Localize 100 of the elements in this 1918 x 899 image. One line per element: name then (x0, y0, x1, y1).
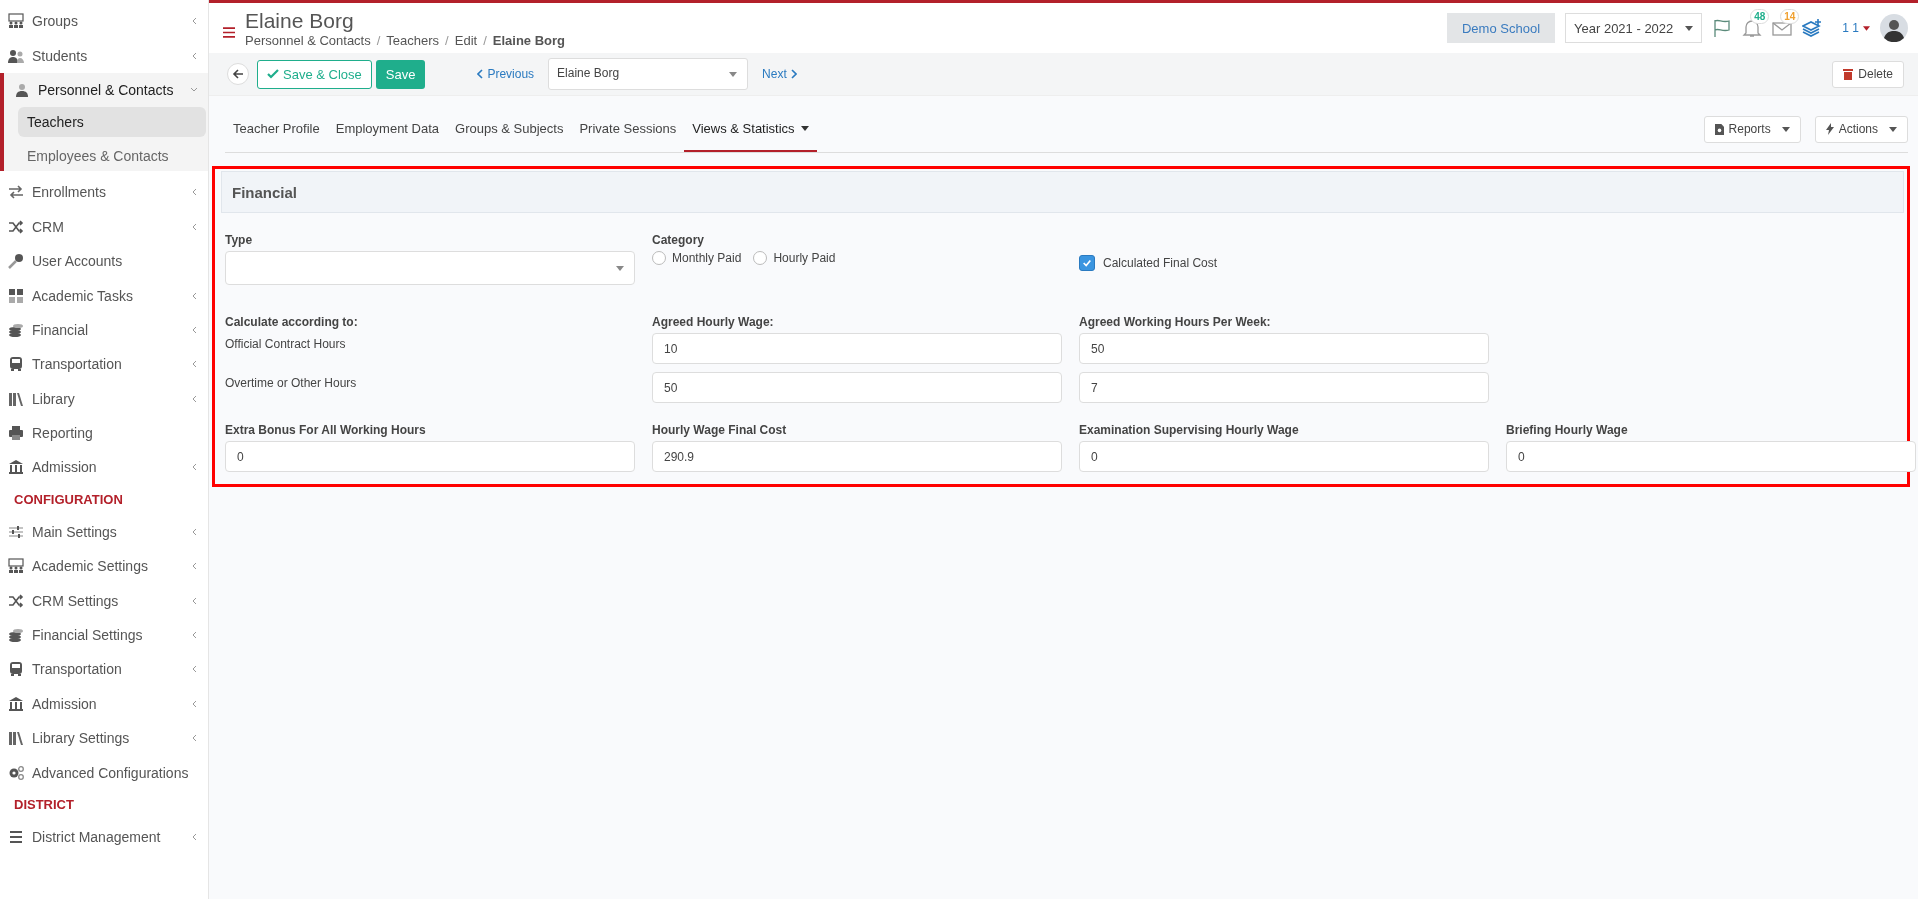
chevron-left-icon (190, 631, 198, 640)
chevron-left-icon (190, 699, 198, 708)
chevron-left-icon (190, 562, 198, 571)
breadcrumb-link[interactable]: Personnel & Contacts (245, 32, 371, 48)
chevron-left-icon (190, 17, 198, 26)
caret-icon (1685, 25, 1694, 31)
sliders-icon (8, 523, 24, 540)
trash-icon (1843, 68, 1854, 80)
row-label: Official Contract Hours (225, 337, 346, 351)
wage-input[interactable]: 50 (652, 372, 1062, 403)
record-select[interactable]: Elaine Borg (548, 58, 749, 90)
layers-plus-icon[interactable] (1802, 18, 1823, 38)
caret-icon (729, 72, 738, 77)
caret-icon[interactable] (1863, 25, 1870, 31)
tab[interactable]: Views & Statistics (684, 106, 817, 152)
chevron-left-icon (190, 596, 198, 605)
hours-input[interactable]: 7 (1079, 372, 1489, 403)
sidebar-item[interactable]: CRM (0, 209, 208, 244)
actions-dropdown[interactable]: Actions (1814, 115, 1908, 143)
sidebar-item[interactable]: District Management (0, 819, 208, 855)
building-icon (8, 459, 24, 476)
tab[interactable]: Private Sessions (571, 106, 685, 152)
chevron-left-icon (190, 665, 198, 674)
sidebar-item[interactable]: Advanced Configurations (0, 755, 208, 790)
shuffle-icon (8, 218, 24, 235)
breadcrumb-separator: / (376, 32, 381, 48)
arrows-icon (8, 184, 24, 201)
tab[interactable]: Groups & Subjects (447, 106, 572, 152)
sidebar-item[interactable]: Library Settings (0, 721, 208, 756)
user-name[interactable]: 1 1 (1842, 21, 1859, 35)
chevron-left-icon (190, 222, 198, 231)
section-heading: CONFIGURATION (13, 490, 124, 509)
field-label: Hourly Wage Final Cost (652, 423, 788, 437)
gears-icon (8, 764, 24, 781)
year-dropdown[interactable]: Year 2021 - 2022 (1565, 13, 1703, 43)
bus-icon (8, 356, 24, 373)
checkbox-option[interactable]: Calculated Final Cost (1079, 255, 1489, 271)
menu-icon (8, 829, 24, 845)
sidebar-item[interactable]: Admission (0, 450, 208, 485)
bell-icon[interactable] (1742, 18, 1763, 38)
sidebar-item[interactable]: Library (0, 381, 208, 416)
tab[interactable]: Employment Data (327, 106, 448, 152)
breadcrumb-current: Elaine Borg (492, 32, 565, 48)
sidebar-item[interactable]: Transportation (0, 652, 208, 687)
previous-link[interactable]: Previous (467, 67, 545, 81)
input-field[interactable]: 0 (1079, 441, 1489, 472)
sidebar-item[interactable]: Financial Settings (0, 617, 208, 653)
input-field[interactable]: 0 (1506, 441, 1916, 472)
avatar[interactable] (1880, 14, 1908, 42)
breadcrumb-link[interactable]: Teachers (386, 32, 440, 48)
sidebar-item[interactable]: Groups (0, 4, 208, 39)
delete-button[interactable]: Delete (1832, 60, 1904, 88)
check-icon (1082, 258, 1092, 268)
sidebar-item[interactable]: Main Settings (0, 514, 208, 550)
sidebar-subitem[interactable]: Teachers (18, 107, 206, 138)
sidebar-item[interactable]: Financial (0, 312, 208, 348)
caret-icon (800, 125, 809, 131)
chevron-left-icon (190, 734, 198, 743)
sidebar-item[interactable]: Admission (0, 686, 208, 722)
chevron-left-icon (190, 51, 198, 60)
check-icon (267, 68, 279, 80)
chevron-down-icon (190, 85, 198, 94)
grid-icon (8, 287, 24, 304)
flag-icon[interactable] (1712, 18, 1733, 38)
sidebar-item[interactable]: Academic Settings (0, 549, 208, 584)
field-label: Examination Supervising Hourly Wage (1079, 423, 1300, 437)
chevron-left-icon (190, 463, 198, 472)
chevron-left-icon (190, 527, 198, 536)
sidebar-item[interactable]: CRM Settings (0, 583, 208, 618)
radio-option[interactable]: Hourly Paid (753, 251, 836, 265)
sidebar-item[interactable]: Academic Tasks (0, 278, 208, 313)
tab[interactable]: Teacher Profile (225, 106, 328, 152)
radio-option[interactable]: Monthly Paid (652, 251, 742, 265)
hours-input[interactable]: 50 (1079, 333, 1489, 364)
sidebar-item[interactable]: Transportation (0, 347, 208, 382)
people-icon (8, 47, 24, 64)
breadcrumb-separator: / (483, 32, 487, 48)
sidebar-item[interactable]: Enrollments (0, 175, 208, 210)
page-title: Elaine Borg (245, 8, 355, 33)
back-button[interactable] (227, 63, 249, 85)
caret-icon (616, 266, 624, 271)
sidebar-item[interactable]: Personnel & Contacts (4, 72, 208, 108)
section-label: Calculate according to: (225, 315, 359, 329)
sidebar-item[interactable]: Students (0, 38, 208, 73)
bus-icon (8, 661, 24, 678)
lightning-icon (1825, 123, 1834, 135)
input-field[interactable]: 290.9 (652, 441, 1062, 472)
next-link[interactable]: Next (752, 67, 807, 81)
input-field[interactable]: 0 (225, 441, 635, 472)
building-icon (8, 695, 24, 712)
school-button[interactable]: Demo School (1447, 13, 1556, 43)
breadcrumb-link[interactable]: Edit (454, 32, 478, 48)
row-label: Overtime or Other Hours (225, 376, 357, 390)
printer-icon (8, 425, 24, 442)
menu-icon[interactable] (223, 26, 235, 38)
reports-dropdown[interactable]: Reports (1703, 115, 1801, 143)
wage-input[interactable]: 10 (652, 333, 1062, 364)
sidebar-item[interactable]: User Accounts (0, 243, 208, 279)
sidebar-subitem[interactable]: Employees & Contacts (18, 141, 206, 172)
sidebar-item[interactable]: Reporting (0, 415, 208, 451)
